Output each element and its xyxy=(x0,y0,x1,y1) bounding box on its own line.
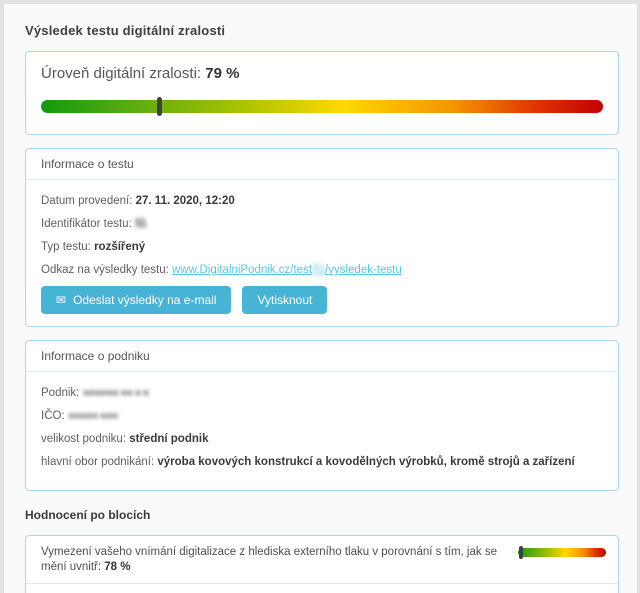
test-id-label: Identifikátor testu: xyxy=(41,218,132,230)
company-info-heading: Informace o podniku xyxy=(26,341,618,372)
company-field-value: výroba kovových konstrukcí a kovodělných… xyxy=(157,456,574,468)
test-id-row: Identifikátor testu: 51 xyxy=(41,217,603,231)
result-link-suffix: /vysledek-testu xyxy=(325,264,402,276)
company-size-label: velikost podniku: xyxy=(41,433,126,445)
send-email-button-label: Odeslat výsledky na e-mail xyxy=(73,293,216,307)
company-ico-value-redacted: ●●●●● ●●● xyxy=(68,410,118,422)
test-id-value-redacted: 51 xyxy=(135,218,146,230)
score-label: Úroveň digitální zralosti: 79 % xyxy=(41,65,603,82)
test-date-label: Datum provedení: xyxy=(41,195,132,207)
score-value: 79 % xyxy=(205,65,239,82)
company-size-value: střední podnik xyxy=(129,433,208,445)
test-info-heading: Informace o testu xyxy=(26,149,618,180)
result-link-redacted: /51 xyxy=(312,264,325,276)
test-date-row: Datum provedení: 27. 11. 2020, 12:20 xyxy=(41,194,603,208)
company-ico-label: IČO: xyxy=(41,410,65,422)
send-email-button[interactable]: ✉ Odeslat výsledky na e-mail xyxy=(41,286,231,314)
score-panel: Úroveň digitální zralosti: 79 % xyxy=(25,51,619,135)
company-field-label: hlavní obor podnikání: xyxy=(41,456,154,468)
company-name-row: Podnik: ●●●●●● ●● ● ● xyxy=(41,386,603,400)
test-link-row: Odkaz na výsledky testu: www.DigitalniPo… xyxy=(41,263,603,277)
company-name-value-redacted: ●●●●●● ●● ● ● xyxy=(83,387,149,399)
blocks-section-title: Hodnocení po blocích xyxy=(25,508,619,522)
block-header: Vymezení vašeho vnímání digitalizace z h… xyxy=(26,536,618,583)
print-button[interactable]: Vytisknout xyxy=(242,286,327,314)
block-text: Vymezení vašeho vnímání digitalizace z h… xyxy=(41,545,518,575)
company-info-body: Podnik: ●●●●●● ●● ● ● IČO: ●●●●● ●●● vel… xyxy=(26,372,618,490)
test-info-panel: Informace o testu Datum provedení: 27. 1… xyxy=(25,148,619,327)
company-size-row: velikost podniku: střední podnik xyxy=(41,432,603,446)
answers-toggle[interactable]: › Odpovědi na otázky xyxy=(26,583,618,593)
mini-gauge-gradient-bar xyxy=(518,548,606,557)
test-date-value: 27. 11. 2020, 12:20 xyxy=(136,195,235,207)
envelope-icon: ✉ xyxy=(56,294,66,306)
company-field-row: hlavní obor podnikání: výroba kovových k… xyxy=(41,455,603,469)
test-info-body: Datum provedení: 27. 11. 2020, 12:20 Ide… xyxy=(26,180,618,326)
test-type-label: Typ testu: xyxy=(41,241,91,253)
test-actions: ✉ Odeslat výsledky na e-mail Vytisknout xyxy=(41,286,603,314)
test-link-label: Odkaz na výsledky testu: xyxy=(41,264,169,276)
maturity-gauge xyxy=(41,97,603,116)
page-title: Výsledek testu digitální zralosti xyxy=(25,23,619,38)
score-block: Vymezení vašeho vnímání digitalizace z h… xyxy=(25,535,619,593)
company-info-panel: Informace o podniku Podnik: ●●●●●● ●● ● … xyxy=(25,340,619,491)
block-mini-gauge xyxy=(518,546,606,559)
test-type-row: Typ testu: rozšířený xyxy=(41,240,603,254)
test-type-value: rozšířený xyxy=(94,241,145,253)
mini-gauge-marker xyxy=(519,546,523,559)
results-page: Výsledek testu digitální zralosti Úroveň… xyxy=(4,4,637,593)
block-score-value: 78 % xyxy=(104,561,130,573)
print-button-label: Vytisknout xyxy=(257,293,312,307)
result-link-prefix: www.DigitalniPodnik.cz/test xyxy=(172,264,312,276)
gauge-gradient-bar xyxy=(41,100,603,113)
result-link[interactable]: www.DigitalniPodnik.cz/test/51/vysledek-… xyxy=(172,264,402,276)
company-ico-row: IČO: ●●●●● ●●● xyxy=(41,409,603,423)
score-label-text: Úroveň digitální zralosti: xyxy=(41,65,201,82)
company-name-label: Podnik: xyxy=(41,387,79,399)
gauge-marker xyxy=(157,97,162,116)
